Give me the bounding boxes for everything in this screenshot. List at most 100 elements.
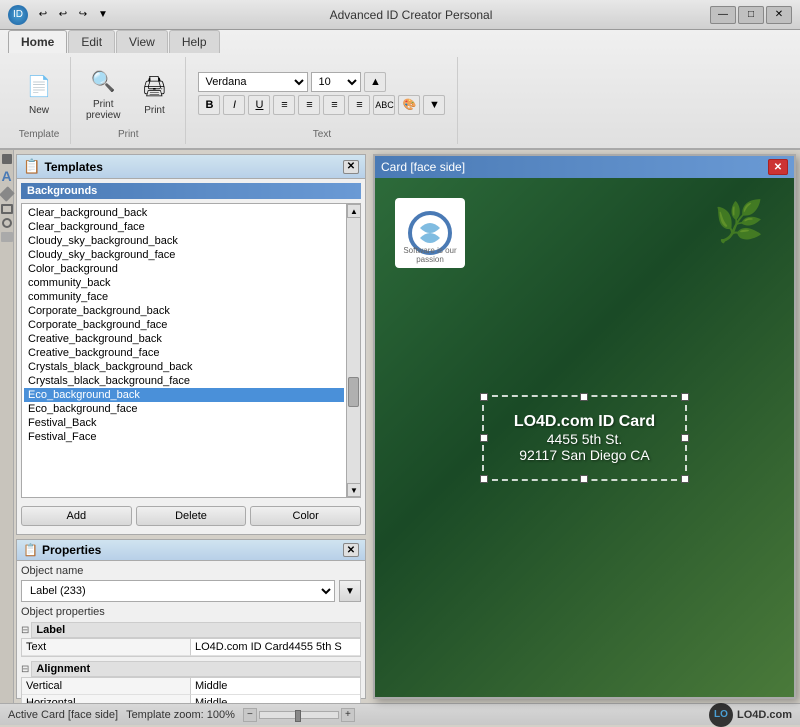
list-item[interactable]: Clear_background_face	[24, 220, 344, 234]
qat-undo[interactable]: ↩	[34, 7, 52, 23]
tab-view[interactable]: View	[116, 30, 168, 53]
zoom-out-btn[interactable]: −	[243, 708, 257, 722]
color-button[interactable]: Color	[250, 506, 361, 526]
italic-btn[interactable]: I	[223, 95, 245, 115]
handle-tm[interactable]	[580, 393, 588, 401]
handle-bl[interactable]	[480, 475, 488, 483]
zoom-in-btn[interactable]: +	[341, 708, 355, 722]
list-item[interactable]: Cloudy_sky_background_face	[24, 248, 344, 262]
font-size-up-btn[interactable]: ▲	[364, 72, 386, 92]
text-group-label: Text	[313, 127, 331, 140]
color-btn[interactable]: 🎨	[398, 95, 420, 115]
list-item[interactable]: Corporate_background_face	[24, 318, 344, 332]
list-item[interactable]: Corporate_background_back	[24, 304, 344, 318]
label-section: ⊟ Label Text LO4D.com ID Card4455 5th S	[21, 622, 361, 657]
qat-undo2[interactable]: ↩	[54, 7, 72, 23]
list-item-selected[interactable]: Eco_background_back	[24, 388, 344, 402]
object-name-select[interactable]: Label (233)	[21, 580, 335, 602]
card-text-selection[interactable]: LO4D.com ID Card 4455 5th St. 92117 San …	[482, 395, 687, 481]
tool-pencil[interactable]	[0, 186, 14, 202]
tool-circle[interactable]	[2, 218, 12, 228]
ribbon-group-text: Verdana 10 ▲ B I U ≡ ≡ ≡ ≡	[186, 57, 458, 144]
new-button[interactable]: 📄 New	[16, 67, 62, 120]
handle-bm[interactable]	[580, 475, 588, 483]
list-item[interactable]: Festival_Back	[24, 416, 344, 430]
align-left-btn[interactable]: ≡	[273, 95, 295, 115]
lo4d-logo: LO LO4D.com	[709, 703, 792, 727]
new-label: New	[29, 105, 49, 116]
zoom-slider[interactable]	[259, 711, 339, 719]
add-button[interactable]: Add	[21, 506, 132, 526]
abc-btn[interactable]: ABC	[373, 95, 395, 115]
properties-panel: 📋 Properties ✕ Object name Label (233) ▼…	[16, 539, 366, 699]
ribbon-group-template: 📄 New Template	[8, 57, 71, 144]
zoom-slider-thumb[interactable]	[295, 710, 301, 722]
print-preview-button[interactable]: 🔍 Printpreview	[79, 61, 127, 125]
scrollbar-track[interactable]	[347, 218, 360, 483]
templates-buttons: Add Delete Color	[21, 502, 361, 530]
close-btn[interactable]: ✕	[766, 6, 792, 24]
minimize-btn[interactable]: —	[710, 6, 736, 24]
handle-tr[interactable]	[681, 393, 689, 401]
tab-help[interactable]: Help	[169, 30, 220, 53]
tab-home[interactable]: Home	[8, 30, 67, 53]
new-icon: 📄	[23, 71, 55, 103]
align-center-btn[interactable]: ≡	[298, 95, 320, 115]
list-item[interactable]: Clear_background_back	[24, 206, 344, 220]
list-item[interactable]: community_back	[24, 276, 344, 290]
lo4d-icon: LO	[709, 703, 733, 727]
list-item[interactable]: Festival_Face	[24, 430, 344, 444]
tool-text[interactable]: A	[1, 168, 11, 184]
list-item[interactable]: community_face	[24, 290, 344, 304]
alignment-grid: Vertical Middle Horizontal Middle	[21, 677, 361, 703]
qat-redo[interactable]: ↪	[74, 7, 92, 23]
list-item[interactable]: Cloudy_sky_background_back	[24, 234, 344, 248]
card-title: Card [face side]	[381, 160, 465, 174]
list-item[interactable]: Crystals_black_background_face	[24, 374, 344, 388]
scrollbar-thumb[interactable]	[348, 377, 359, 407]
align-justify-btn[interactable]: ≡	[348, 95, 370, 115]
print-group-label: Print	[118, 127, 139, 140]
underline-btn[interactable]: U	[248, 95, 270, 115]
tool-image[interactable]	[1, 232, 13, 242]
list-item[interactable]: Eco_background_face	[24, 402, 344, 416]
templates-list-container: Clear_background_back Clear_background_f…	[21, 203, 361, 498]
align-right-btn[interactable]: ≡	[323, 95, 345, 115]
properties-close-btn[interactable]: ✕	[343, 543, 359, 557]
print-button[interactable]: 🖨 Print	[131, 67, 177, 120]
card-logo: Software is our passion	[395, 198, 465, 268]
print-preview-icon: 🔍	[87, 65, 119, 97]
handle-mr[interactable]	[681, 434, 689, 442]
font-size-select[interactable]: 10	[311, 72, 361, 92]
templates-list[interactable]: Clear_background_back Clear_background_f…	[22, 204, 346, 497]
expand-icon[interactable]: ⊟	[21, 625, 29, 636]
templates-close-btn[interactable]: ✕	[343, 160, 359, 174]
list-item[interactable]: Creative_background_face	[24, 346, 344, 360]
more-btn[interactable]: ▼	[423, 95, 445, 115]
handle-ml[interactable]	[480, 434, 488, 442]
tab-edit[interactable]: Edit	[68, 30, 115, 53]
qat-dropdown[interactable]: ▼	[94, 7, 112, 23]
delete-button[interactable]: Delete	[136, 506, 247, 526]
tool-rect[interactable]	[1, 204, 13, 214]
print-icon: 🖨	[138, 71, 170, 103]
card-close-btn[interactable]: ✕	[768, 159, 788, 175]
alignment-section-header: ⊟ Alignment	[21, 661, 361, 677]
tool-arrow[interactable]	[2, 154, 12, 164]
list-item[interactable]: Crystals_black_background_back	[24, 360, 344, 374]
handle-br[interactable]	[681, 475, 689, 483]
font-family-select[interactable]: Verdana	[198, 72, 308, 92]
bold-btn[interactable]: B	[198, 95, 220, 115]
templates-titlebar: 📋 Templates ✕	[17, 155, 365, 179]
logo-tagline: Software is our passion	[395, 246, 465, 264]
scroll-down-btn[interactable]: ▼	[347, 483, 361, 497]
scroll-up-btn[interactable]: ▲	[347, 204, 361, 218]
list-item[interactable]: Color_background	[24, 262, 344, 276]
maximize-btn[interactable]: □	[738, 6, 764, 24]
object-name-dropdown-btn[interactable]: ▼	[339, 580, 361, 602]
card-titlebar: Card [face side] ✕	[375, 156, 794, 178]
handle-tl[interactable]	[480, 393, 488, 401]
list-scrollbar[interactable]: ▲ ▼	[346, 204, 360, 497]
alignment-expand-icon[interactable]: ⊟	[21, 664, 29, 675]
list-item[interactable]: Creative_background_back	[24, 332, 344, 346]
